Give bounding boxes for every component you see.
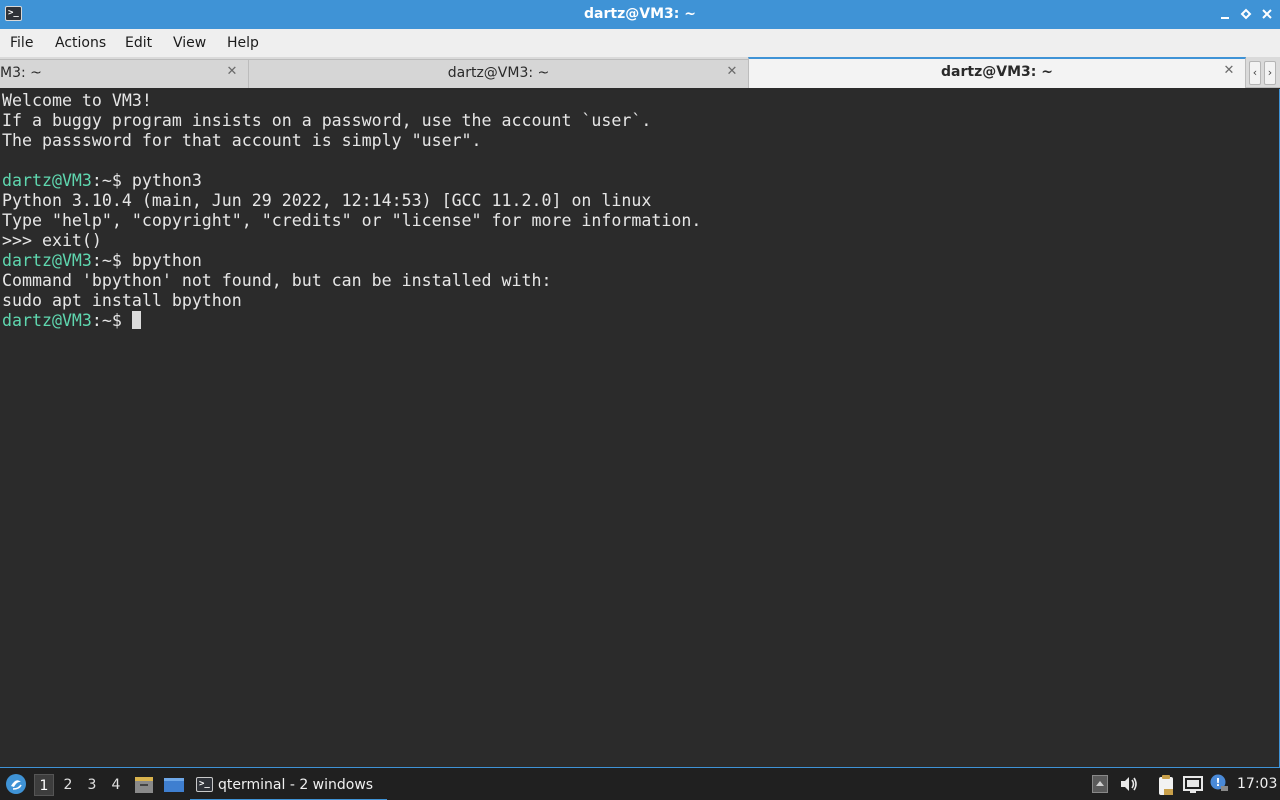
tab-bar: M3: ~ ✕ dartz@VM3: ~ ✕ dartz@VM3: ~ ✕ ‹ … [0, 57, 1280, 88]
terminal-line: sudo apt install bpython [2, 291, 701, 311]
tab-3-close-icon[interactable]: ✕ [1222, 64, 1236, 78]
network-icon [1183, 776, 1203, 793]
volume-button[interactable] [1119, 775, 1139, 797]
tab-2-close-icon[interactable]: ✕ [725, 65, 739, 79]
update-notifier-icon: ! [1210, 774, 1228, 791]
volume-icon [1121, 777, 1137, 791]
tab-scroll-right-button[interactable]: › [1264, 61, 1276, 85]
maximize-icon [1240, 8, 1252, 20]
terminal-line: Command 'bpython' not found, but can be … [2, 271, 701, 291]
prompt-user-host: dartz@VM3 [2, 171, 92, 190]
tab-2[interactable]: dartz@VM3: ~ ✕ [248, 59, 749, 88]
terminal-output-text: Type "help", "copyright", "credits" or "… [2, 211, 702, 230]
file-manager-launcher[interactable] [134, 775, 154, 799]
terminal-line: If a buggy program insists on a password… [2, 111, 701, 131]
close-icon [1262, 9, 1272, 19]
terminal-line: dartz@VM3:~$ [2, 311, 701, 331]
workspace-2[interactable]: 2 [58, 774, 78, 796]
clipboard-icon [1159, 775, 1173, 795]
terminal-line: dartz@VM3:~$ python3 [2, 171, 701, 191]
terminal-task-icon: >_ [196, 777, 213, 792]
update-notifier-button[interactable]: ! [1209, 773, 1229, 797]
prompt-suffix: :~$ [91, 171, 132, 190]
lubuntu-logo-icon [6, 774, 26, 794]
tab-3[interactable]: dartz@VM3: ~ ✕ [748, 57, 1246, 88]
tab-1[interactable]: M3: ~ ✕ [0, 59, 249, 88]
taskbar: 1 2 3 4 >_ qterminal - 2 windows ! 17:03 [0, 767, 1280, 800]
tab-1-label: M3: ~ [0, 65, 42, 81]
menu-actions[interactable]: Actions [55, 29, 106, 57]
workspace-3[interactable]: 3 [82, 774, 102, 796]
terminal-output-text: >>> exit() [2, 231, 102, 250]
menu-file[interactable]: File [10, 29, 33, 57]
terminal-command: python3 [131, 171, 202, 190]
maximize-button[interactable] [1239, 7, 1253, 21]
clock[interactable]: 17:03 [1237, 768, 1277, 800]
chevron-right-icon: › [1267, 66, 1273, 79]
terminal-line: Welcome to VM3! [2, 91, 701, 111]
start-menu-button[interactable] [5, 773, 27, 799]
tab-1-close-icon[interactable]: ✕ [225, 65, 239, 79]
terminal-line: Python 3.10.4 (main, Jun 29 2022, 12:14:… [2, 191, 701, 211]
title-bar: >_ dartz@VM3: ~ [0, 0, 1280, 29]
terminal-output-text: Python 3.10.4 (main, Jun 29 2022, 12:14:… [2, 191, 652, 210]
menu-bar: File Actions Edit View Help [0, 29, 1280, 57]
prompt-user-host: dartz@VM3 [2, 311, 92, 330]
network-button[interactable] [1183, 776, 1203, 798]
tab-2-label: dartz@VM3: ~ [447, 65, 550, 81]
minimize-icon [1221, 17, 1229, 19]
terminal-line: The passsword for that account is simply… [2, 131, 701, 151]
terminal-line: Type "help", "copyright", "credits" or "… [2, 211, 701, 231]
minimize-button[interactable] [1218, 7, 1232, 21]
file-manager-icon [135, 777, 153, 793]
terminal-output: Welcome to VM3! If a buggy program insist… [2, 91, 701, 331]
terminal-output-text: If a buggy program insists on a password… [2, 111, 652, 130]
menu-help[interactable]: Help [227, 29, 259, 57]
taskbar-task-label: qterminal - 2 windows [218, 777, 374, 793]
chevron-left-icon: ‹ [1252, 66, 1258, 79]
terminal-output-text: Command 'bpython' not found, but can be … [2, 271, 552, 290]
workspace-1[interactable]: 1 [34, 774, 54, 796]
tab-scroll-left-button[interactable]: ‹ [1249, 61, 1261, 85]
terminal-command: bpython [131, 251, 202, 270]
scroll-up-icon [1092, 775, 1108, 793]
svg-text:!: ! [1216, 776, 1221, 789]
taskbar-task-qterminal[interactable]: >_ qterminal - 2 windows [190, 770, 387, 800]
window-title: dartz@VM3: ~ [584, 6, 696, 22]
terminal-output-text: sudo apt install bpython [2, 291, 242, 310]
prompt-suffix: :~$ [91, 311, 132, 330]
tray-scroll-up-button[interactable] [1092, 775, 1108, 797]
close-window-button[interactable] [1260, 7, 1274, 21]
terminal-output-text: The passsword for that account is simply… [2, 131, 482, 150]
clipboard-button[interactable] [1156, 774, 1176, 800]
terminal-line: dartz@VM3:~$ bpython [2, 251, 701, 271]
terminal-scrollbar[interactable] [1271, 93, 1277, 763]
prompt-suffix: :~$ [91, 251, 132, 270]
terminal-output-text: Welcome to VM3! [2, 91, 152, 110]
terminal-line: >>> exit() [2, 231, 701, 251]
tab-3-label: dartz@VM3: ~ [941, 64, 1053, 80]
menu-view[interactable]: View [173, 29, 206, 57]
menu-edit[interactable]: Edit [125, 29, 152, 57]
show-desktop-button[interactable] [163, 775, 185, 799]
workspace-4[interactable]: 4 [106, 774, 126, 796]
prompt-user-host: dartz@VM3 [2, 251, 92, 270]
desktop-icon [164, 778, 184, 792]
text-cursor [131, 311, 141, 329]
terminal-view[interactable]: Welcome to VM3! If a buggy program insist… [0, 89, 1280, 767]
